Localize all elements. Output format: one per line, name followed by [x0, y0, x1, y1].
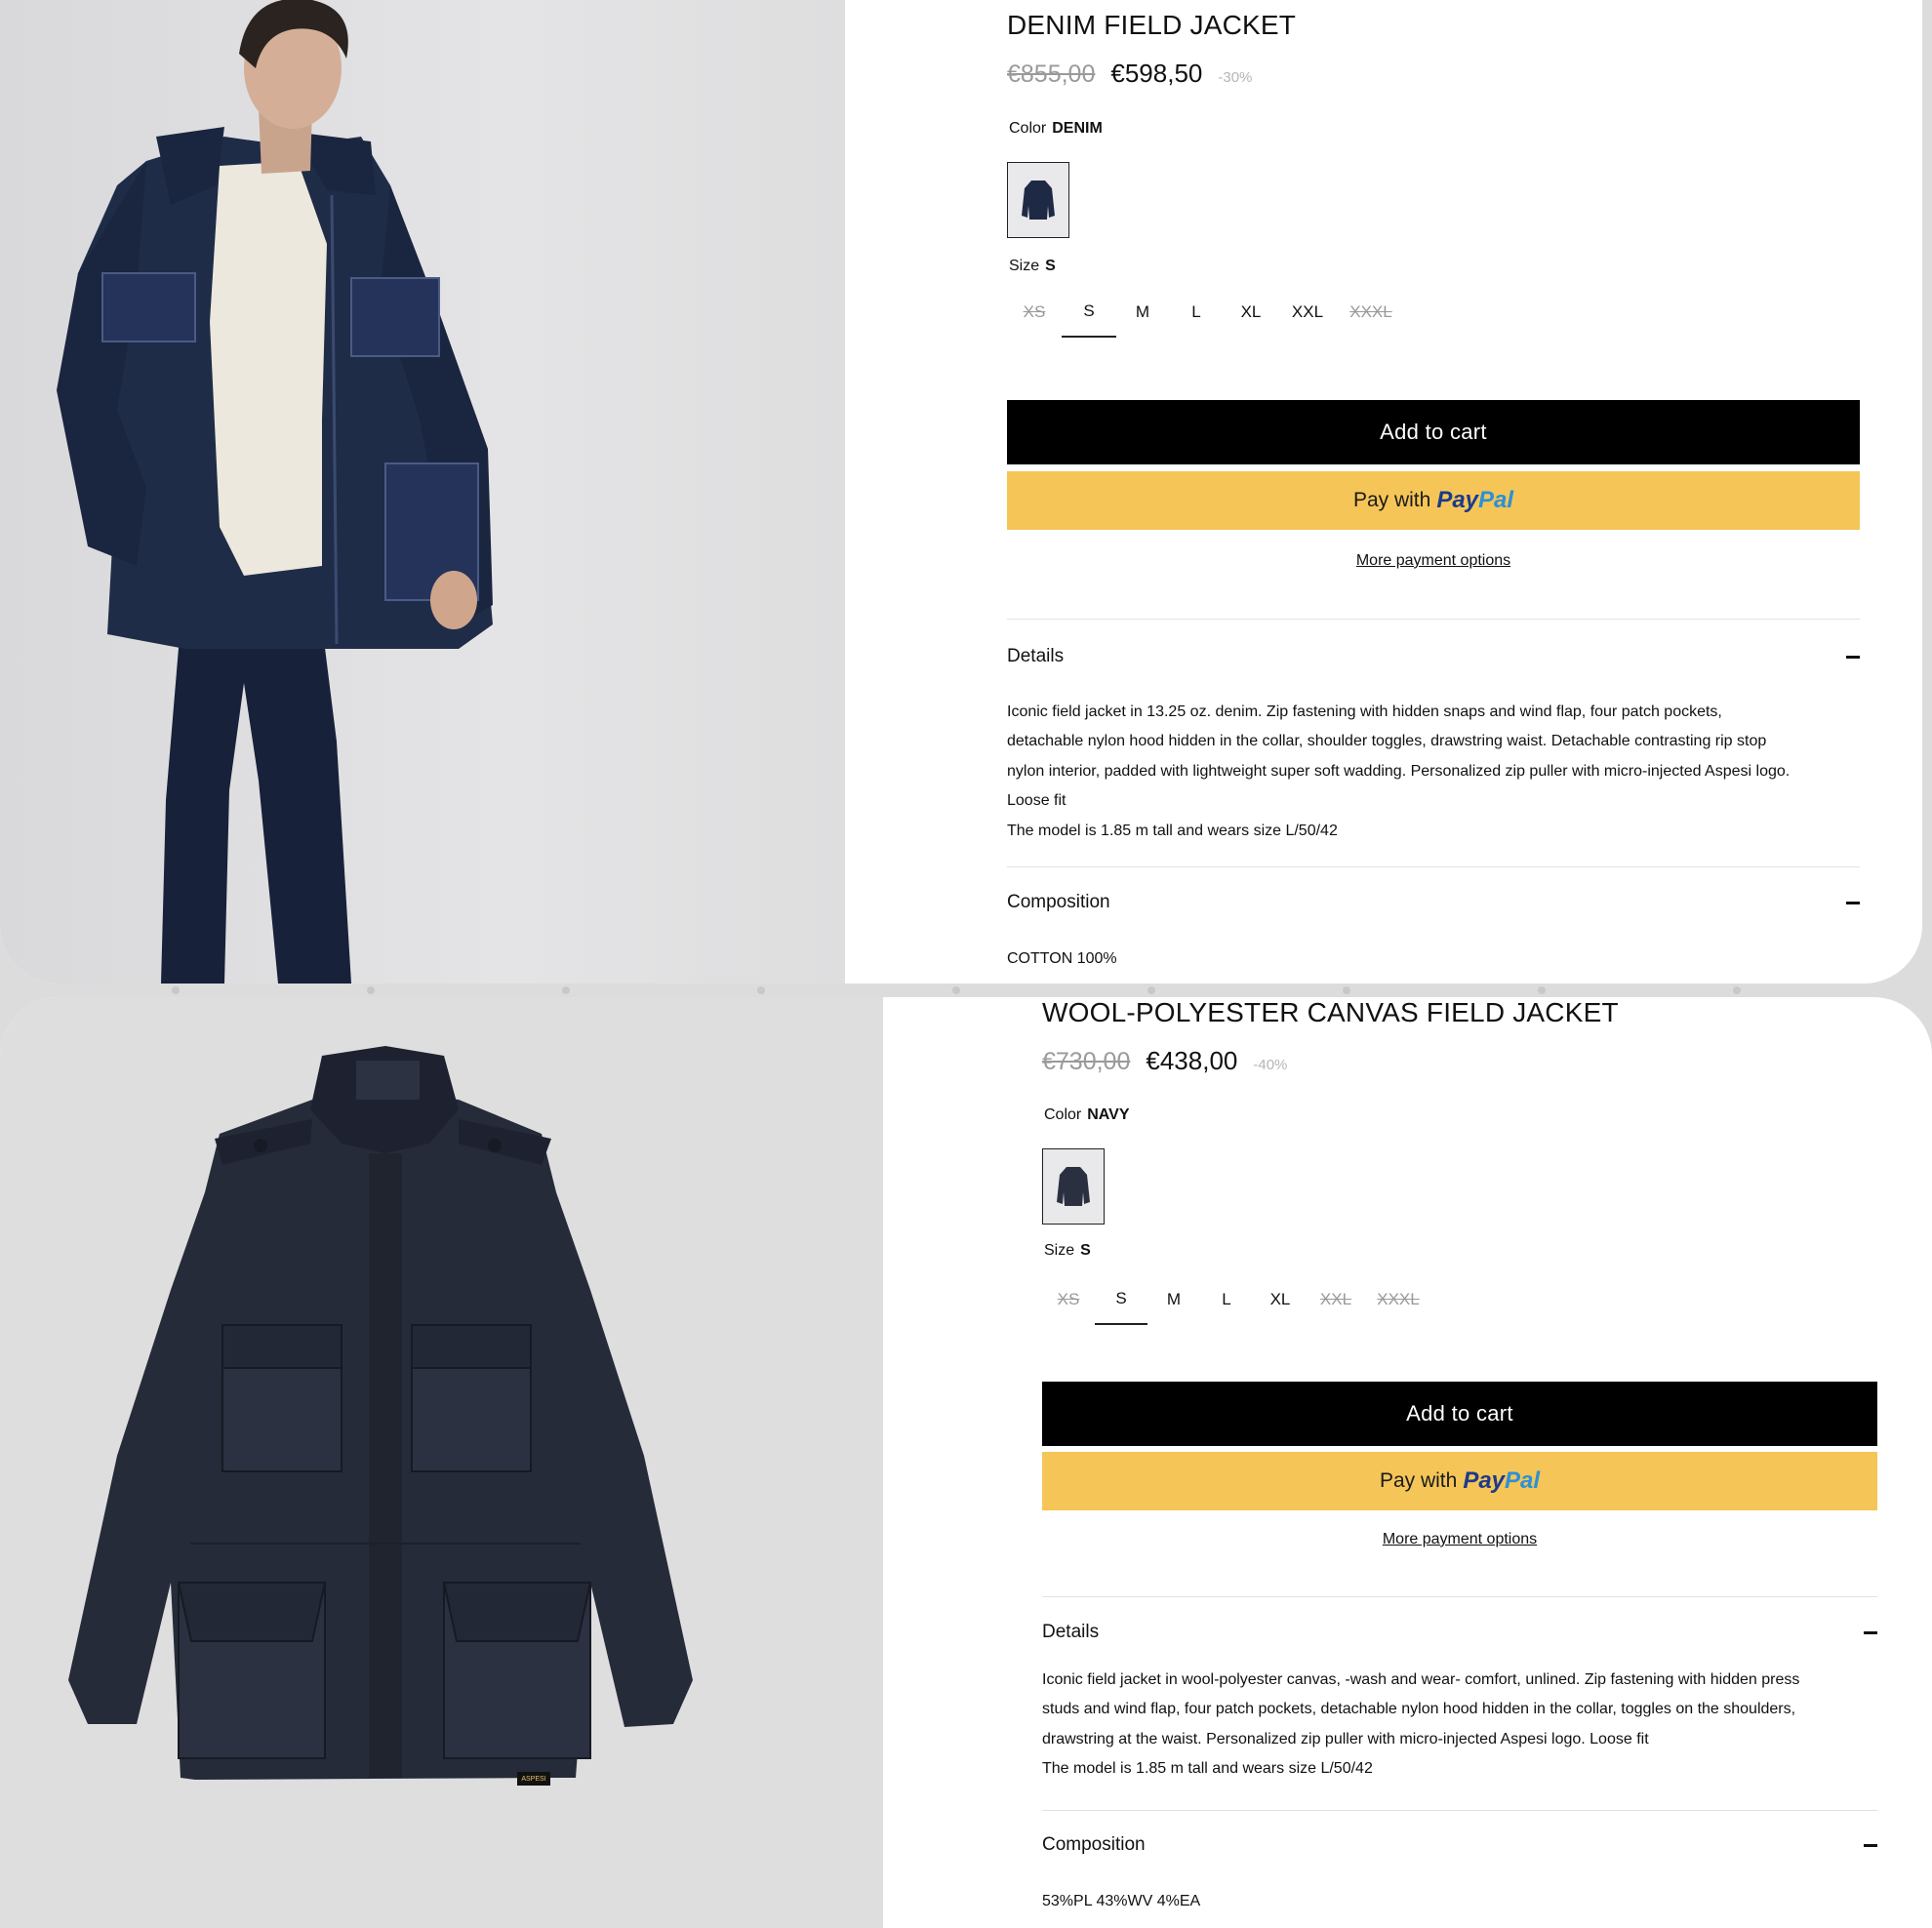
size-label: Size S: [1009, 258, 1056, 275]
add-to-cart-button[interactable]: Add to cart: [1007, 400, 1860, 464]
details-line: nylon interior, padded with lightweight …: [1007, 762, 1791, 780]
separator-dot: [1733, 986, 1741, 994]
original-price: €855,00: [1007, 60, 1096, 88]
paypal-logo-pay: Pay: [1463, 1467, 1506, 1494]
separator-dot: [1147, 986, 1155, 994]
details-line: drawstring at the waist. Personalized zi…: [1042, 1730, 1649, 1747]
separator-dot: [952, 986, 960, 994]
details-line: Loose fit: [1007, 792, 1067, 810]
color-label-text: Color: [1044, 1106, 1082, 1123]
more-payment-options-link[interactable]: More payment options: [1007, 552, 1860, 570]
size-label-text: Size: [1044, 1242, 1075, 1259]
size-option-xxxl[interactable]: XXXL: [1337, 287, 1405, 338]
divider: [1007, 866, 1860, 867]
minus-icon[interactable]: [1846, 902, 1860, 904]
size-label: Size S: [1044, 1242, 1091, 1260]
price-row: €855,00 €598,50 -30%: [1007, 59, 1252, 89]
details-line: The model is 1.85 m tall and wears size …: [1007, 822, 1338, 839]
minus-icon[interactable]: [1846, 656, 1860, 659]
composition-value: 53%PL 43%WV 4%EA: [1042, 1893, 1201, 1909]
paypal-logo-pay: Pay: [1436, 487, 1479, 513]
divider: [1042, 1596, 1877, 1597]
jacket-illustration: [68, 1046, 693, 1780]
size-option-l[interactable]: L: [1169, 287, 1224, 338]
jacket-thumbnail-icon: [1057, 1167, 1090, 1206]
separator-dot: [1538, 986, 1546, 994]
product-card-denim: DENIM FIELD JACKET €855,00 €598,50 -30% …: [0, 0, 1922, 984]
details-line: The model is 1.85 m tall and wears size …: [1042, 1760, 1373, 1778]
model-illustration: [57, 0, 493, 984]
size-option-xxxl[interactable]: XXXL: [1364, 1274, 1432, 1325]
size-option-l[interactable]: L: [1200, 1274, 1253, 1325]
size-option-m[interactable]: M: [1147, 1274, 1200, 1325]
details-accordion-title[interactable]: Details: [1007, 646, 1064, 667]
size-option-xl[interactable]: XL: [1253, 1274, 1308, 1325]
composition-accordion-title[interactable]: Composition: [1042, 1834, 1146, 1856]
size-option-xl[interactable]: XL: [1224, 287, 1278, 338]
discount-badge: -30%: [1218, 69, 1253, 86]
minus-icon[interactable]: [1864, 1631, 1877, 1634]
product-photo-navy-jacket[interactable]: ASPESI: [0, 997, 883, 1928]
size-option-m[interactable]: M: [1116, 287, 1169, 338]
separator-dot: [562, 986, 570, 994]
size-label-text: Size: [1009, 258, 1040, 274]
color-label: Color NAVY: [1044, 1106, 1130, 1124]
size-option-s[interactable]: S: [1095, 1274, 1147, 1325]
paypal-button[interactable]: Pay with PayPal: [1042, 1452, 1877, 1510]
color-label-text: Color: [1009, 120, 1047, 137]
product-title: DENIM FIELD JACKET: [1007, 10, 1297, 40]
details-accordion-title[interactable]: Details: [1042, 1622, 1099, 1643]
divider: [1042, 1810, 1877, 1811]
separator-dot: [1343, 986, 1350, 994]
product-card-wool: ASPESI WOOL-POLYESTER CANVAS FIELD JACKE…: [0, 997, 1932, 1928]
composition-value: COTTON 100%: [1007, 950, 1117, 967]
more-payment-options-link[interactable]: More payment options: [1042, 1531, 1877, 1548]
details-line: Iconic field jacket in 13.25 oz. denim. …: [1007, 703, 1722, 720]
paypal-logo-pal: Pal: [1478, 487, 1514, 513]
composition-accordion-title[interactable]: Composition: [1007, 892, 1110, 913]
color-swatch-denim[interactable]: [1007, 162, 1069, 238]
size-value: S: [1045, 258, 1056, 274]
size-option-xxl[interactable]: XXL: [1278, 287, 1337, 338]
product-photo-model-denim-jacket[interactable]: [0, 0, 845, 984]
brand-tag: ASPESI: [517, 1772, 550, 1786]
original-price: €730,00: [1042, 1048, 1131, 1075]
paypal-logo-pal: Pal: [1505, 1467, 1541, 1494]
divider: [1007, 619, 1860, 620]
size-value: S: [1080, 1242, 1091, 1259]
details-line: studs and wind flap, four patch pockets,…: [1042, 1701, 1796, 1718]
price-row: €730,00 €438,00 -40%: [1042, 1046, 1287, 1076]
details-line: detachable nylon hood hidden in the coll…: [1007, 733, 1767, 750]
color-value: NAVY: [1087, 1106, 1130, 1123]
product-title: WOOL-POLYESTER CANVAS FIELD JACKET: [1042, 997, 1619, 1027]
separator-dot: [367, 986, 375, 994]
details-description: Iconic field jacket in 13.25 oz. denim. …: [1007, 698, 1860, 846]
size-selector: XS S M L XL XXL XXXL: [1042, 1274, 1432, 1325]
color-swatch-navy[interactable]: [1042, 1148, 1105, 1225]
color-label: Color DENIM: [1009, 120, 1103, 138]
add-to-cart-button[interactable]: Add to cart: [1042, 1382, 1877, 1446]
paypal-prefix: Pay with: [1379, 1469, 1458, 1492]
paypal-button[interactable]: Pay with PayPal: [1007, 471, 1860, 530]
sale-price: €598,50: [1110, 59, 1203, 88]
color-value: DENIM: [1052, 120, 1103, 137]
details-line: Iconic field jacket in wool-polyester ca…: [1042, 1671, 1800, 1688]
size-selector: XS S M L XL XXL XXXL: [1007, 287, 1405, 338]
details-description: Iconic field jacket in wool-polyester ca…: [1042, 1666, 1877, 1785]
paypal-prefix: Pay with: [1352, 489, 1431, 511]
paypal-logo: PayPal: [1463, 1467, 1540, 1495]
paypal-logo: PayPal: [1436, 487, 1513, 514]
size-option-xs[interactable]: XS: [1042, 1274, 1095, 1325]
sale-price: €438,00: [1146, 1046, 1238, 1075]
separator-dot: [172, 986, 180, 994]
minus-icon[interactable]: [1864, 1844, 1877, 1847]
separator-dot: [757, 986, 765, 994]
size-option-xs[interactable]: XS: [1007, 287, 1062, 338]
jacket-thumbnail-icon: [1022, 181, 1055, 220]
size-option-s[interactable]: S: [1062, 287, 1116, 338]
discount-badge: -40%: [1253, 1057, 1288, 1073]
size-option-xxl[interactable]: XXL: [1308, 1274, 1364, 1325]
